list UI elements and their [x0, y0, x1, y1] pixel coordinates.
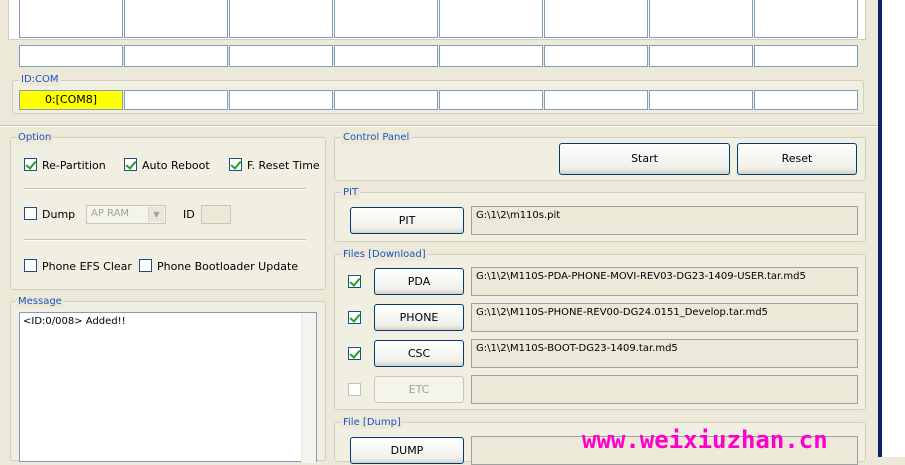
window-right-edge — [878, 0, 905, 457]
port-status-cell — [229, 0, 333, 38]
phone-efs-clear-label: Phone EFS Clear — [42, 260, 132, 273]
port-progress-cell — [754, 45, 858, 67]
chevron-down-icon: ▼ — [148, 207, 164, 222]
pit-label: PIT — [341, 187, 361, 199]
port-progress-cell — [439, 45, 543, 67]
id-com-label: ID:COM — [19, 74, 61, 86]
option-label: Option — [16, 132, 54, 144]
file-dump-label: File [Dump] — [341, 417, 403, 429]
f-reset-time-checkbox[interactable] — [229, 158, 242, 171]
f-reset-time-label: F. Reset Time — [247, 159, 320, 172]
pda-button[interactable]: PDA — [374, 268, 464, 295]
auto-reboot-checkbox[interactable] — [124, 158, 137, 171]
ap-ram-select-value: AP RAM — [91, 208, 130, 219]
port-status-cell — [649, 0, 753, 38]
auto-reboot-label: Auto Reboot — [142, 159, 210, 172]
reset-button[interactable]: Reset — [737, 143, 857, 175]
start-button[interactable]: Start — [559, 143, 730, 175]
port-status-cell — [544, 0, 648, 38]
pda-checkbox[interactable] — [348, 275, 361, 288]
re-partition-checkbox[interactable] — [24, 158, 37, 171]
port-progress-cell — [229, 45, 333, 67]
port-progress-cell — [649, 45, 753, 67]
com-port-cell-active: 0:[COM8] — [19, 90, 123, 110]
com-port-cell — [334, 90, 438, 110]
csc-button[interactable]: CSC — [374, 340, 464, 367]
pda-path-field[interactable]: G:\1\2\M110S-PDA-PHONE-MOVI-REV03-DG23-1… — [471, 267, 858, 296]
pit-path-field[interactable]: G:\1\2\m110s.pit — [471, 206, 858, 235]
phone-path-field[interactable]: G:\1\2\M110S-PHONE-REV00-DG24.0151_Devel… — [471, 303, 858, 332]
port-progress-cell — [124, 45, 228, 67]
phone-efs-clear-checkbox[interactable] — [24, 259, 37, 272]
phone-button[interactable]: PHONE — [374, 304, 464, 331]
port-status-cell — [124, 0, 228, 38]
port-status-cell — [754, 0, 858, 38]
com-port-cell — [229, 90, 333, 110]
id-input[interactable] — [201, 205, 231, 224]
option-separator — [24, 188, 306, 190]
etc-path-field[interactable] — [471, 375, 858, 404]
message-log[interactable]: <ID:0/008> Added!! — [19, 312, 317, 463]
com-port-cell — [544, 90, 648, 110]
ap-ram-select[interactable]: AP RAM ▼ — [86, 205, 166, 224]
port-progress-cell — [19, 45, 123, 67]
csc-checkbox[interactable] — [348, 347, 361, 360]
phone-bootloader-update-checkbox[interactable] — [139, 259, 152, 272]
id-label: ID — [183, 208, 195, 221]
message-label: Message — [16, 296, 64, 308]
port-status-cell — [439, 0, 543, 38]
com-port-cell — [754, 90, 858, 110]
re-partition-label: Re-Partition — [42, 159, 106, 172]
com-port-cell — [439, 90, 543, 110]
port-progress-cell — [544, 45, 648, 67]
section-divider — [0, 125, 878, 127]
dump-label: Dump — [42, 208, 76, 221]
port-progress-cell — [334, 45, 438, 67]
com-port-cell — [649, 90, 753, 110]
port-status-cell — [334, 0, 438, 38]
dump-checkbox[interactable] — [24, 207, 37, 220]
dump-button[interactable]: DUMP — [350, 437, 464, 464]
pit-button[interactable]: PIT — [350, 207, 464, 234]
watermark-text: www.weixiuzhan.cn — [582, 426, 828, 454]
message-log-text: <ID:0/008> Added!! — [23, 316, 126, 327]
option-separator — [24, 239, 306, 241]
port-status-cell — [19, 0, 123, 38]
com-port-cell — [124, 90, 228, 110]
files-download-label: Files [Download] — [341, 249, 428, 261]
phone-bootloader-update-label: Phone Bootloader Update — [157, 260, 299, 273]
etc-button[interactable]: ETC — [374, 376, 464, 403]
etc-checkbox[interactable] — [348, 383, 361, 396]
phone-checkbox[interactable] — [348, 311, 361, 324]
control-panel-label: Control Panel — [341, 132, 412, 144]
csc-path-field[interactable]: G:\1\2\M110S-BOOT-DG23-1409.tar.md5 — [471, 339, 858, 368]
message-scrollbar[interactable] — [301, 313, 316, 463]
